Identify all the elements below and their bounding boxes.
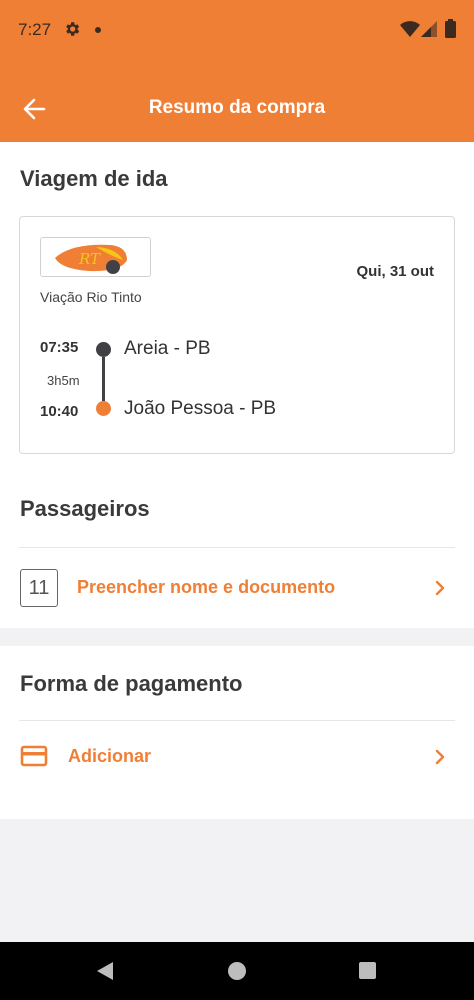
company-name: Viação Rio Tinto — [40, 289, 142, 305]
timeline-line — [102, 357, 105, 401]
passenger-seat-badge: 11 — [20, 569, 58, 607]
battery-icon — [445, 19, 456, 38]
notification-dot-icon — [95, 27, 101, 33]
trip-section-title: Viagem de ida — [20, 166, 168, 191]
status-bar: 7:27 — [0, 0, 474, 60]
passengers-section-title: Passageiros — [20, 496, 150, 521]
wifi-icon — [400, 21, 420, 37]
arrival-time: 10:40 — [40, 403, 79, 420]
trip-date: Qui, 31 out — [356, 263, 434, 280]
payment-section-title: Forma de pagamento — [20, 671, 243, 696]
departure-time: 07:35 — [40, 339, 79, 356]
divider — [19, 547, 455, 548]
arrival-dot — [96, 401, 111, 416]
trip-duration: 3h5m — [47, 373, 80, 388]
status-time: 7:27 — [18, 20, 52, 39]
fill-passenger-label: Preencher nome e documento — [77, 577, 336, 597]
page-title: Resumo da compra — [148, 97, 326, 118]
chevron-right-icon — [435, 580, 445, 596]
chevron-right-icon — [435, 749, 445, 765]
nav-recents-icon[interactable] — [359, 962, 376, 979]
departure-dot — [96, 342, 111, 357]
credit-card-icon — [20, 745, 48, 767]
arrival-city: João Pessoa - PB — [124, 398, 277, 419]
nav-home-icon[interactable] — [228, 962, 246, 980]
company-logo-image: RT — [41, 238, 150, 276]
add-payment-label: Adicionar — [68, 746, 152, 766]
departure-city: Areia - PB — [124, 338, 211, 359]
company-logo: RT — [40, 237, 151, 277]
signal-icon — [421, 21, 437, 37]
trip-card: RT Viação Rio Tinto Qui, 31 out 07:35 3h… — [19, 216, 455, 454]
svg-text:RT: RT — [78, 250, 101, 268]
gear-icon — [66, 22, 80, 36]
nav-back-icon[interactable] — [96, 961, 114, 981]
divider — [19, 720, 455, 721]
